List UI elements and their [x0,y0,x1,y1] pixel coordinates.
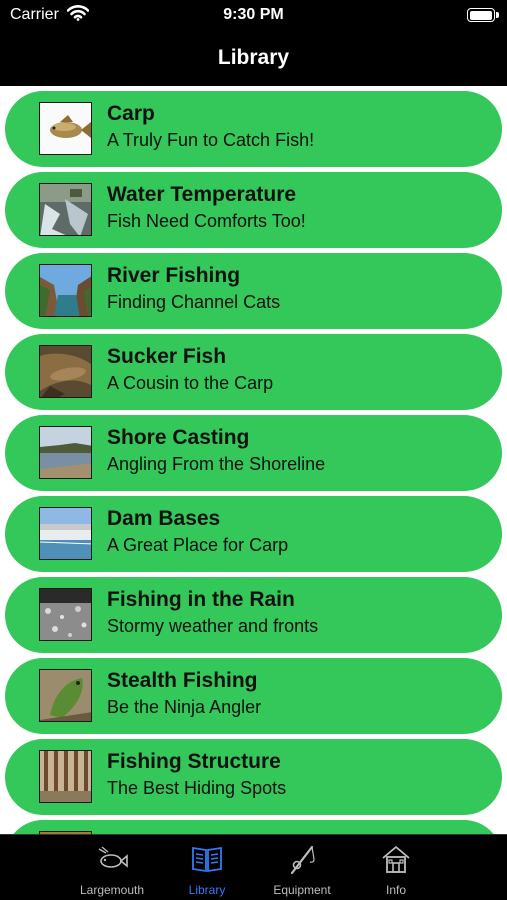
item-subtitle: Be the Ninja Angler [107,697,262,717]
item-title: Carp [107,102,155,125]
library-item-dam-bases[interactable]: Dam Bases A Great Place for Carp [5,496,502,572]
item-subtitle: Angling From the Shoreline [107,454,326,474]
library-item-stealth-fishing[interactable]: Stealth Fishing Be the Ninja Angler [5,658,502,734]
library-item-sucker-fish[interactable]: Sucker Fish A Cousin to the Carp [5,334,502,410]
fishing-in-the-rain-thumbnail [39,588,92,641]
sucker-fish-thumbnail [39,345,92,398]
library-item-fishing-structure[interactable]: Fishing Structure The Best Hiding Spots [5,739,502,815]
item-title: Fishing in the Rain [107,588,295,611]
item-title: Water Temperature [107,183,297,206]
status-time: 9:30 PM [223,6,284,23]
fishing-structure-thumbnail [39,750,92,803]
dam-bases-thumbnail [39,507,92,560]
tab-largemouth[interactable]: Largemouth [62,835,162,900]
library-item-fishing-in-the-rain[interactable]: Fishing in the Rain Stormy weather and f… [5,577,502,653]
item-title: Sucker Fish [107,345,227,368]
tab-info[interactable]: Info [346,835,446,900]
item-subtitle: Fish Need Comforts Too! [107,211,306,231]
tab-label: Info [385,883,406,897]
library-item-shore-casting[interactable]: Shore Casting Angling From the Shoreline [5,415,502,491]
carp-thumbnail [39,102,92,155]
library-item-carp[interactable]: Carp A Truly Fun to Catch Fish! [5,91,502,167]
item-title: Dam Bases [107,507,221,530]
item-subtitle: A Truly Fun to Catch Fish! [107,130,315,150]
page-title: Library [217,46,290,69]
library-item-water-temperature[interactable]: Water Temperature Fish Need Comforts Too… [5,172,502,248]
battery-icon [467,8,499,22]
item-subtitle: Finding Channel Cats [107,292,281,312]
tab-label: Largemouth [79,883,145,897]
library-list[interactable]: Carp A Truly Fun to Catch Fish! Water Te… [0,86,507,834]
library-item-partial[interactable] [5,820,502,834]
library-item-river-fishing[interactable]: River Fishing Finding Channel Cats [5,253,502,329]
stealth-fishing-thumbnail [39,669,92,722]
item-subtitle: The Best Hiding Spots [107,778,287,798]
tab-label: Library [188,883,226,897]
item-subtitle: A Great Place for Carp [107,535,289,555]
status-bar: Carrier 9:30 PM [0,0,507,34]
item-subtitle: A Cousin to the Carp [107,373,274,393]
item-title: Stealth Fishing [107,669,258,692]
item-title: River Fishing [107,264,241,287]
river-fishing-thumbnail [39,264,92,317]
water-temperature-thumbnail [39,183,92,236]
tab-equipment[interactable]: Equipment [252,835,352,900]
navigation-bar: Library [0,34,507,86]
tab-label: Equipment [273,883,331,897]
item-title: Shore Casting [107,426,250,449]
item-subtitle: Stormy weather and fronts [107,616,319,636]
shore-casting-thumbnail [39,426,92,479]
tab-library[interactable]: Library [157,835,257,900]
tab-bar: Largemouth Library Equipment Info [0,834,507,900]
item-title: Fishing Structure [107,750,281,773]
